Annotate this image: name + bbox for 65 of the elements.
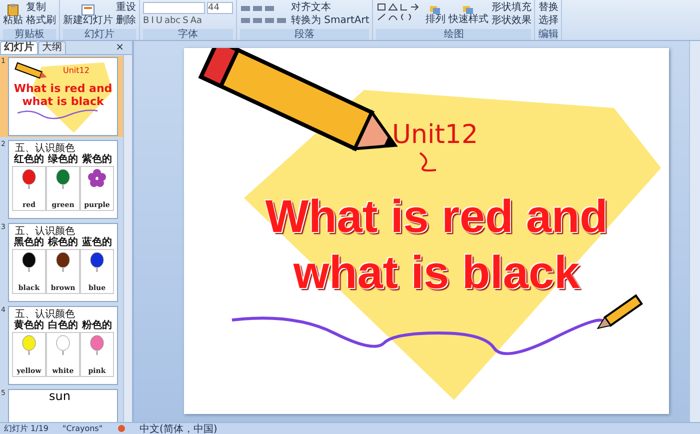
font-size-field[interactable]: 44: [207, 2, 233, 14]
slide-word: sun: [49, 390, 70, 403]
balloon-icon: [55, 252, 71, 272]
group-label: 字体: [143, 29, 233, 40]
slide-thumbnail[interactable]: sun: [8, 389, 118, 422]
group-label: 剪贴板: [3, 29, 56, 40]
balloon-icon: [21, 335, 37, 355]
balloon-icon: [21, 169, 37, 189]
color-label: 蓝色的: [82, 237, 112, 249]
shapes-icon: [429, 4, 442, 14]
format-button[interactable]: abc: [164, 16, 181, 27]
color-label: 红色的: [14, 154, 44, 166]
ribbon-button[interactable]: 替换: [538, 2, 558, 14]
slide-heading: 五、认识颜色: [15, 142, 75, 154]
slide-icon: [81, 4, 95, 16]
ribbon-button[interactable]: 新建幻灯片: [63, 4, 113, 26]
group-label: 编辑: [538, 29, 558, 40]
close-button[interactable]: ×: [116, 42, 132, 54]
balloon-icon: [89, 252, 105, 272]
group-label: 段落: [240, 29, 370, 40]
balloon-icon: [89, 335, 105, 355]
ribbon-button[interactable]: 快速样式: [448, 4, 488, 24]
balloon-icon: [55, 335, 71, 355]
ribbon-button[interactable]: 删除: [116, 15, 136, 27]
color-label: 紫色的: [82, 154, 112, 166]
theme-name: "Crayons": [62, 424, 103, 433]
unit-label: Unit12: [63, 66, 90, 75]
color-label: 黑色的: [14, 237, 44, 249]
group-label: 绘图: [376, 29, 532, 40]
color-label: 黄色的: [14, 320, 44, 332]
shapes-icon: [462, 4, 474, 14]
ribbon-button[interactable]: 对齐文本: [291, 2, 370, 14]
format-button[interactable]: B: [143, 16, 150, 27]
panel-tab[interactable]: 大纲: [38, 41, 66, 54]
balloon-icon: [21, 252, 37, 272]
color-label: 白色的: [48, 320, 78, 332]
group-label: 幻灯片: [63, 29, 136, 40]
color-label: 粉色的: [82, 320, 112, 332]
font-name-field[interactable]: [143, 2, 205, 14]
ribbon-button[interactable]: 重设: [116, 2, 136, 14]
ribbon-button[interactable]: 格式刷: [26, 15, 56, 27]
format-button[interactable]: U: [156, 16, 162, 27]
unit-label: Unit12: [392, 120, 478, 150]
balloon-icon: [55, 169, 71, 189]
slide-heading: 五、认识颜色: [14, 224, 75, 237]
ribbon-button[interactable]: 选择: [538, 15, 558, 27]
slide-count: 幻灯片 1/19: [4, 423, 49, 434]
ribbon-button[interactable]: 粘贴: [3, 4, 23, 26]
ribbon-button[interactable]: 排列: [425, 4, 446, 24]
ribbon-button[interactable]: 形状填充: [491, 2, 532, 14]
format-button[interactable]: I: [151, 16, 154, 27]
scrollbar[interactable]: [123, 55, 132, 422]
language-label: 中文(简体，中国): [140, 422, 218, 434]
format-button[interactable]: S: [182, 16, 188, 27]
slide-heading: 五、认识颜色: [15, 308, 75, 320]
spellcheck-icon[interactable]: [116, 424, 126, 433]
scrollbar[interactable]: [689, 41, 700, 422]
color-label: 棕色的: [48, 237, 78, 249]
ribbon-button[interactable]: 转换为 SmartArt: [291, 15, 370, 27]
ribbon-button[interactable]: 复制: [26, 2, 56, 14]
ribbon-button[interactable]: 形状效果: [491, 15, 532, 27]
clipboard-icon: [6, 4, 20, 16]
color-label: 绿色的: [48, 154, 78, 166]
panel-tab[interactable]: 幻灯片: [0, 41, 38, 54]
format-button[interactable]: Aa: [190, 16, 202, 27]
